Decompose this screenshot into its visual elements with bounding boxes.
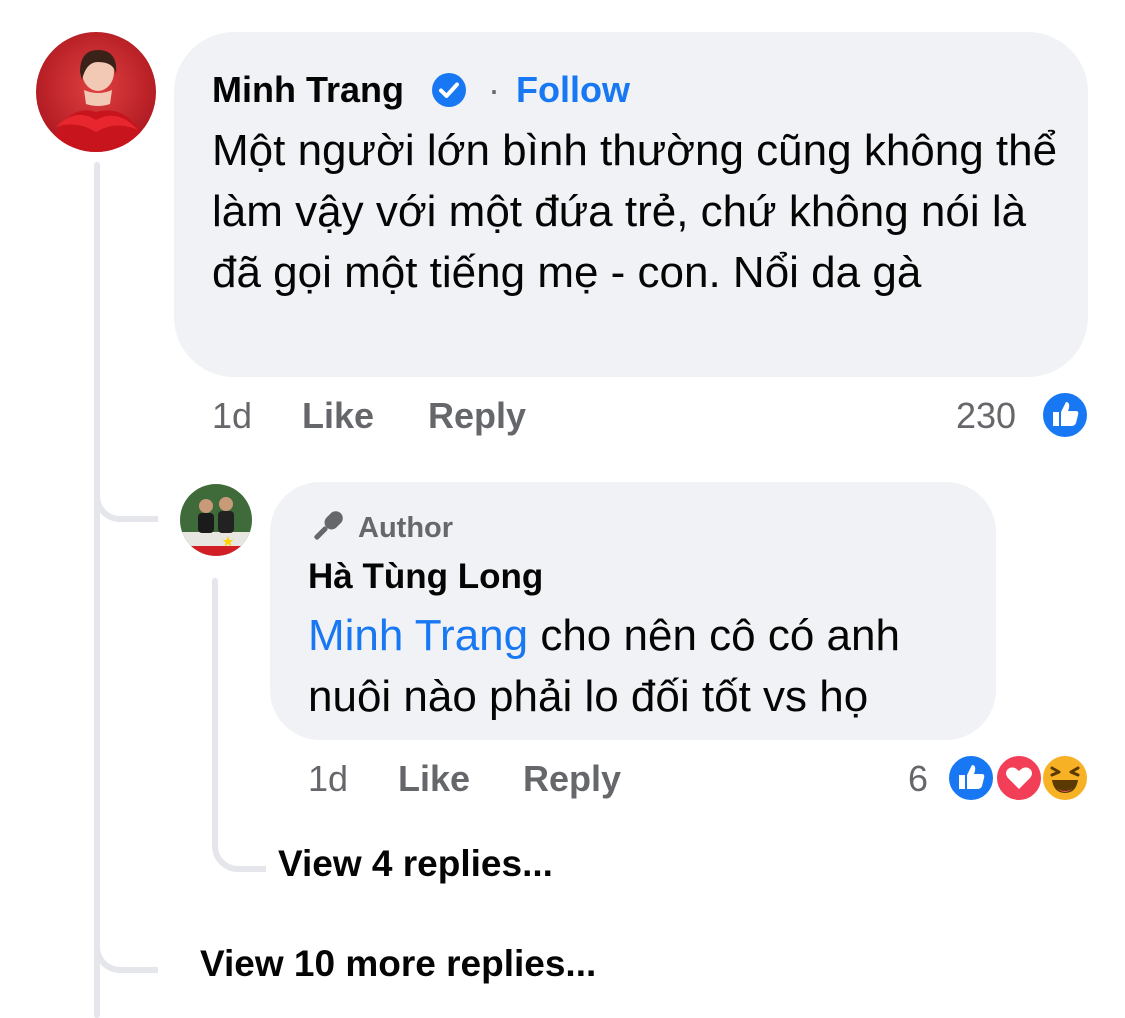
view-more-replies-link[interactable]: View 10 more replies... [200,940,596,988]
view-replies-link[interactable]: View 4 replies... [278,840,553,888]
follow-button[interactable]: Follow [516,66,630,114]
like-icon[interactable] [946,753,996,808]
thread-connector-view-replies [212,810,266,872]
reply-button[interactable]: Reply [428,394,526,438]
reply-like-button[interactable]: Like [398,757,470,801]
reply-avatar[interactable] [180,484,252,556]
thread-line-main [94,162,100,1018]
reply-author-name[interactable]: Hà Tùng Long [308,554,543,600]
like-button[interactable]: Like [302,394,374,438]
reaction-count[interactable]: 230 [956,394,1016,438]
thread-connector-more [94,905,158,973]
reply-reply-button[interactable]: Reply [523,757,621,801]
reply-timestamp[interactable]: 1d [308,757,348,801]
comment-author-name[interactable]: Minh Trang [212,66,404,114]
thread-connector-reply [94,460,158,522]
reply-text: Minh Trang cho nên cô có anh nuôi nào ph… [308,605,988,727]
haha-icon[interactable] [1040,753,1090,808]
love-icon[interactable] [994,753,1044,808]
follow-separator: · [488,69,500,110]
like-icon[interactable] [1040,390,1090,445]
comment-timestamp[interactable]: 1d [212,394,252,438]
avatar[interactable] [36,32,156,152]
verified-badge-icon [430,71,468,109]
comment-text: Một người lớn bình thường cũng không thể… [212,126,1058,297]
mention-link[interactable]: Minh Trang [308,611,528,660]
thread-line-sub [212,578,218,838]
author-badge: Author [358,512,454,544]
reply-reaction-count[interactable]: 6 [908,757,928,801]
microphone-icon [308,506,348,551]
